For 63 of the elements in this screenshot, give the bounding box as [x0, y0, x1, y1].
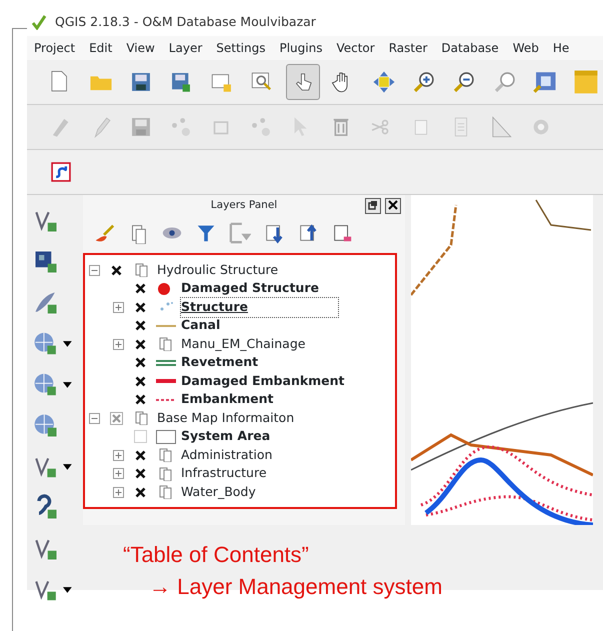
layer-name[interactable]: Revetment — [181, 353, 258, 372]
paint-brush-icon — [93, 222, 115, 244]
expand-icon[interactable] — [113, 302, 124, 313]
arrows-icon — [370, 69, 397, 95]
menu-item[interactable]: Layer — [162, 39, 210, 57]
layer-name[interactable]: Manu_EM_Chainage — [181, 334, 306, 354]
remove-layer-icon — [331, 222, 353, 244]
expand-icon[interactable] — [113, 468, 124, 480]
layer-name[interactable]: Damaged Embankment — [181, 372, 345, 391]
menu-item[interactable]: Settings — [209, 39, 272, 57]
expand-icon[interactable] — [113, 338, 124, 350]
menu-item[interactable]: Project — [27, 39, 82, 57]
layer-checkbox[interactable] — [134, 319, 147, 332]
menu-item[interactable]: Web — [506, 39, 546, 57]
menu-item[interactable]: Raster — [382, 39, 434, 57]
layer-name[interactable]: Base Map Informaiton — [157, 408, 294, 428]
layer-checkbox[interactable] — [134, 448, 147, 462]
layer-checkbox[interactable] — [134, 282, 147, 296]
layer-name[interactable]: Canal — [181, 316, 220, 336]
layer-checkbox[interactable] — [134, 338, 147, 351]
caret-icon — [63, 587, 72, 593]
menu-item[interactable]: Plugins — [272, 39, 330, 57]
close-button[interactable] — [385, 198, 401, 214]
layer-checkbox[interactable] — [134, 467, 147, 480]
menu-item[interactable]: View — [119, 39, 162, 57]
layer-checkbox[interactable] — [134, 300, 147, 314]
layer-checkbox[interactable] — [134, 486, 147, 499]
expand-icon[interactable] — [113, 486, 124, 498]
layer-checkbox[interactable] — [110, 264, 123, 277]
caret-icon — [63, 341, 72, 347]
float-button[interactable] — [365, 198, 381, 214]
collapse-icon[interactable] — [89, 264, 100, 276]
layer-checkbox[interactable] — [134, 356, 147, 370]
layer-checkbox[interactable] — [134, 393, 147, 406]
menu-item[interactable]: Vector — [329, 39, 382, 57]
annotation-subtitle: → Layer Management system — [148, 572, 444, 601]
annotation-title: “Table of Contents” — [123, 541, 310, 569]
menu-item[interactable]: Edit — [82, 39, 120, 57]
layer-name[interactable]: Structure — [181, 298, 338, 317]
layer-checkbox[interactable] — [110, 412, 123, 425]
window-title: QGIS 2.18.3 - O&M Database Moulvibazar — [55, 12, 316, 31]
layer-name[interactable]: Infrastructure — [181, 464, 267, 484]
toolbar-button[interactable] — [286, 64, 320, 100]
collapse-icon[interactable] — [89, 412, 100, 424]
caret-icon — [63, 464, 72, 470]
app-logo-icon — [31, 14, 47, 30]
layer-name[interactable]: Hydroulic Structure — [157, 260, 278, 280]
menu-item[interactable]: He — [546, 39, 576, 57]
close-icon — [388, 200, 398, 210]
caret-icon — [63, 382, 72, 388]
expand-all-icon — [263, 222, 285, 244]
layer-name[interactable]: Water_Body — [181, 482, 256, 502]
panel-title: Layers Panel — [210, 198, 278, 214]
layer-name[interactable]: Embankment — [181, 390, 274, 410]
collapse-all-icon — [297, 222, 319, 244]
float-icon — [368, 200, 378, 210]
layer-name[interactable]: Damaged Structure — [181, 279, 319, 298]
menu-item[interactable]: Database — [434, 39, 506, 57]
layer-name[interactable]: System Area — [181, 427, 270, 446]
expand-icon[interactable] — [113, 450, 124, 461]
layer-name[interactable]: Administration — [181, 446, 272, 465]
layer-checkbox[interactable] — [134, 374, 147, 388]
polygon-symbol-icon — [156, 430, 176, 444]
